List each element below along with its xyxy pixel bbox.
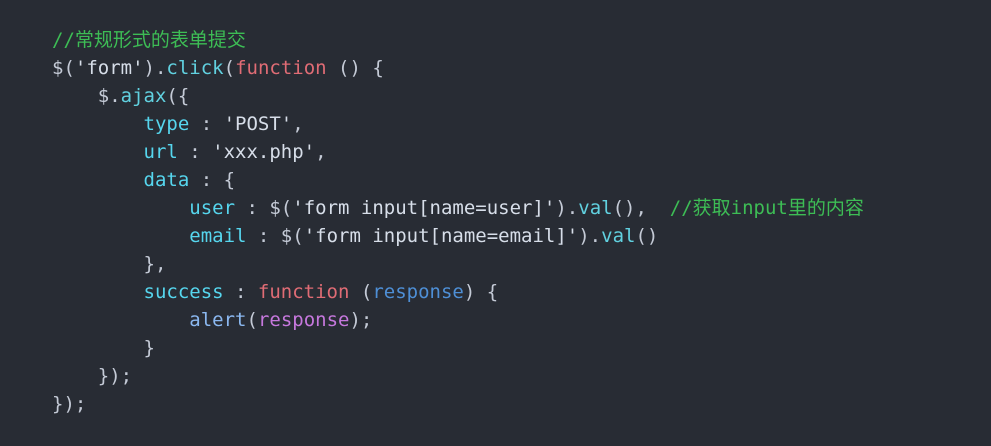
- code-token-prop: url: [143, 141, 178, 163]
- code-token-method: ajax: [120, 85, 167, 107]
- code-token-string: 'xxx.php': [212, 141, 316, 163]
- code-line: $.ajax({: [52, 82, 864, 110]
- code-token-plain: }: [52, 337, 155, 359]
- code-token-prop: user: [189, 197, 236, 219]
- code-block[interactable]: //常规形式的表单提交 $('form').click(function () {…: [52, 26, 864, 418]
- code-token-plain: (): [635, 225, 659, 247]
- code-token-param: response: [372, 281, 464, 303]
- code-line: email : $('form input[name=email]').val(…: [52, 222, 864, 250]
- code-token-string: 'form input[name=user]': [292, 197, 556, 219]
- code-token-plain: () {: [326, 57, 384, 79]
- code-line: $('form').click(function () {: [52, 54, 864, 82]
- code-token-plain: (: [223, 57, 236, 79]
- code-token-plain: },: [52, 253, 167, 275]
- code-line: alert(response);: [52, 306, 864, 334]
- code-token-plain: ) {: [463, 281, 499, 303]
- code-token-string: 'form input[name=email]': [303, 225, 579, 247]
- code-token-keyword: function: [235, 57, 327, 79]
- code-token-plain: : $(: [235, 197, 293, 219]
- code-token-keyword: function: [257, 281, 350, 303]
- code-token-plain: ({: [166, 85, 190, 107]
- code-token-fn: alert: [189, 309, 247, 331]
- code-token-plain: $(: [52, 57, 75, 79]
- code-line: });: [52, 390, 864, 418]
- code-token-plain: );: [349, 309, 373, 331]
- code-line: user : $('form input[name=user]').val(),…: [52, 194, 864, 222]
- code-line: success : function (response) {: [52, 278, 864, 306]
- code-token-plain: $.: [52, 85, 121, 107]
- code-line: url : 'xxx.php',: [52, 138, 864, 166]
- code-token-comment: //获取input里的内容: [669, 197, 864, 219]
- code-token-plain: (: [349, 281, 373, 303]
- code-line: }: [52, 334, 864, 362]
- code-token-plain: (),: [612, 197, 670, 219]
- code-token-plain: : {: [189, 169, 236, 191]
- code-line: data : {: [52, 166, 864, 194]
- code-token-plain: ,: [315, 141, 327, 163]
- code-line: //常规形式的表单提交: [52, 26, 864, 54]
- code-token-plain: });: [52, 393, 87, 415]
- code-token-prop: data: [143, 169, 190, 191]
- code-token-comment: //常规形式的表单提交: [52, 29, 246, 51]
- code-line: type : 'POST',: [52, 110, 864, 138]
- code-token-plain: ).: [555, 197, 579, 219]
- code-editor-panel[interactable]: //常规形式的表单提交 $('form').click(function () {…: [0, 0, 991, 446]
- code-token-var: response: [257, 309, 350, 331]
- code-token-string: 'POST': [223, 113, 293, 135]
- code-token-plain: (: [246, 309, 258, 331]
- code-token-plain: });: [52, 365, 133, 387]
- code-token-plain: :: [223, 281, 258, 303]
- code-token-plain: ).: [143, 57, 167, 79]
- code-token-prop: success: [143, 281, 224, 303]
- code-token-plain: :: [177, 141, 213, 163]
- code-token-method: click: [166, 57, 224, 79]
- code-line: },: [52, 250, 864, 278]
- code-token-prop: type: [143, 113, 190, 135]
- code-token-plain: : $(: [246, 225, 304, 247]
- code-line: });: [52, 362, 864, 390]
- code-token-plain: ,: [292, 113, 304, 135]
- code-token-plain: ).: [578, 225, 602, 247]
- code-token-string: 'form': [74, 57, 144, 79]
- code-token-prop: email: [189, 225, 247, 247]
- code-token-method: val: [601, 225, 636, 247]
- code-token-method: val: [578, 197, 613, 219]
- code-token-plain: :: [189, 113, 224, 135]
